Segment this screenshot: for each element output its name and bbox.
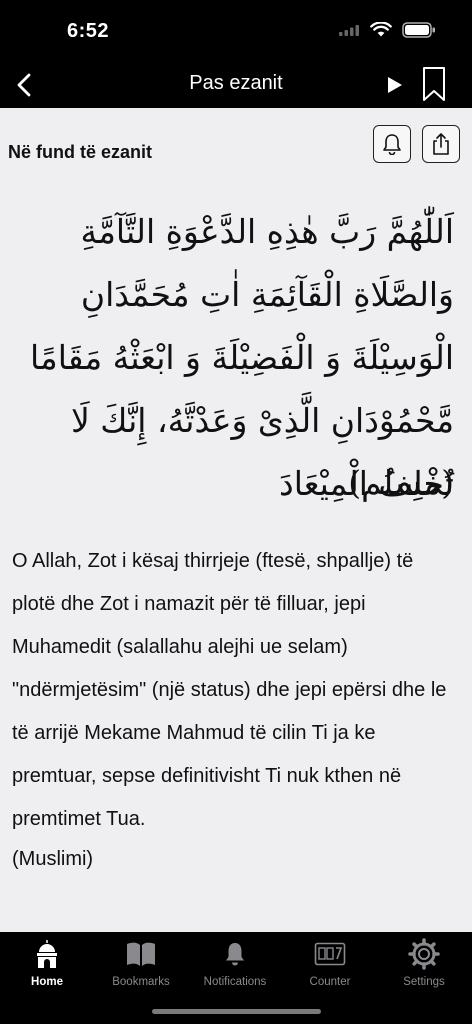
wifi-icon	[370, 22, 392, 37]
status-bar: 6:52	[0, 0, 472, 62]
status-icons	[338, 22, 436, 38]
mosque-icon	[37, 940, 57, 968]
tab-notifications-label: Notifications	[203, 976, 267, 988]
dua-content: Në fund të ezanit اَللّٰهُمَّ رَبَّ هٰذِ…	[0, 108, 472, 932]
book-icon	[127, 942, 155, 966]
home-indicator	[152, 1009, 321, 1014]
bookmark-button[interactable]	[420, 65, 448, 103]
reminder-button[interactable]	[373, 125, 411, 163]
tab-bookmarks[interactable]: Bookmarks	[94, 938, 188, 994]
tab-notifications[interactable]: Notifications	[188, 938, 282, 994]
translation-text: O Allah, Zot i kësaj thirrjeje (ftesë, s…	[12, 550, 447, 830]
signal-icon	[339, 25, 359, 36]
bookmark-icon	[423, 67, 445, 101]
translation-source: (Muslimi)	[12, 848, 94, 870]
tab-settings[interactable]: Settings	[377, 938, 471, 994]
tab-home-label: Home	[31, 976, 63, 988]
bell-icon	[226, 943, 244, 966]
gear-icon	[408, 938, 440, 970]
nav-bar: Pas ezanit	[0, 62, 472, 108]
share-icon	[433, 133, 449, 155]
section-title: Në fund të ezanit	[8, 142, 153, 162]
bell-icon	[383, 134, 401, 155]
battery-icon	[402, 22, 435, 38]
share-button[interactable]	[422, 125, 460, 163]
play-icon	[388, 77, 402, 93]
tab-bookmarks-label: Bookmarks	[112, 976, 170, 988]
tab-settings-label: Settings	[403, 976, 445, 988]
arabic-source: (مسلم)	[348, 463, 454, 502]
status-time: 6:52	[67, 20, 110, 42]
tab-counter-label: Counter	[309, 976, 351, 988]
tab-home[interactable]: Home	[0, 938, 94, 994]
tab-counter[interactable]: Counter	[283, 938, 377, 994]
counter-icon	[314, 942, 346, 966]
play-button[interactable]	[380, 70, 410, 100]
